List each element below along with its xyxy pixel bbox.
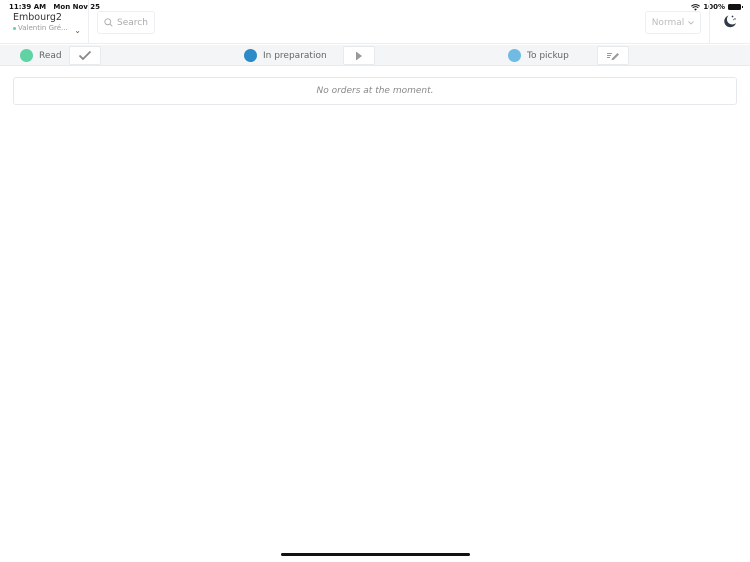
status-dot-icon bbox=[20, 49, 33, 62]
store-name: Embourg2 bbox=[13, 12, 62, 23]
start-preparation-button[interactable] bbox=[343, 46, 375, 65]
status-dot-icon bbox=[508, 49, 521, 62]
search-placeholder: Search bbox=[117, 17, 148, 28]
edit-list-icon bbox=[607, 53, 619, 60]
search-icon bbox=[104, 18, 113, 27]
step-read[interactable]: Read bbox=[20, 45, 62, 66]
divider bbox=[709, 0, 710, 44]
play-icon bbox=[356, 51, 362, 60]
user-name: Valentin Gré... bbox=[18, 24, 68, 32]
step-label: To pickup bbox=[527, 50, 569, 61]
store-selector[interactable]: Embourg2 Valentin Gré... ⌄ bbox=[13, 12, 89, 35]
chevron-down-icon: ⌄ bbox=[74, 26, 81, 35]
online-dot-icon bbox=[13, 26, 16, 30]
header: Embourg2 Valentin Gré... ⌄ Search Normal bbox=[0, 0, 750, 44]
divider bbox=[88, 0, 89, 44]
dark-mode-moon-icon[interactable] bbox=[722, 13, 738, 29]
home-indicator[interactable] bbox=[281, 553, 470, 556]
mark-read-button[interactable] bbox=[69, 46, 101, 65]
orders-empty-state: No orders at the moment. bbox=[13, 77, 737, 105]
search-input[interactable]: Search bbox=[97, 11, 155, 34]
mode-dropdown[interactable]: Normal bbox=[645, 11, 701, 34]
order-status-bar: Read In preparation To pickup bbox=[0, 45, 750, 66]
status-dot-icon bbox=[244, 49, 257, 62]
mode-label: Normal bbox=[651, 17, 685, 28]
checkmark-icon bbox=[78, 50, 92, 61]
step-label: In preparation bbox=[263, 50, 327, 61]
to-pickup-button[interactable] bbox=[597, 46, 629, 65]
chevron-down-icon bbox=[688, 20, 695, 25]
empty-message: No orders at the moment. bbox=[316, 86, 434, 96]
step-to-pickup[interactable]: To pickup bbox=[508, 45, 569, 66]
step-in-preparation[interactable]: In preparation bbox=[244, 45, 327, 66]
step-label: Read bbox=[39, 50, 62, 61]
